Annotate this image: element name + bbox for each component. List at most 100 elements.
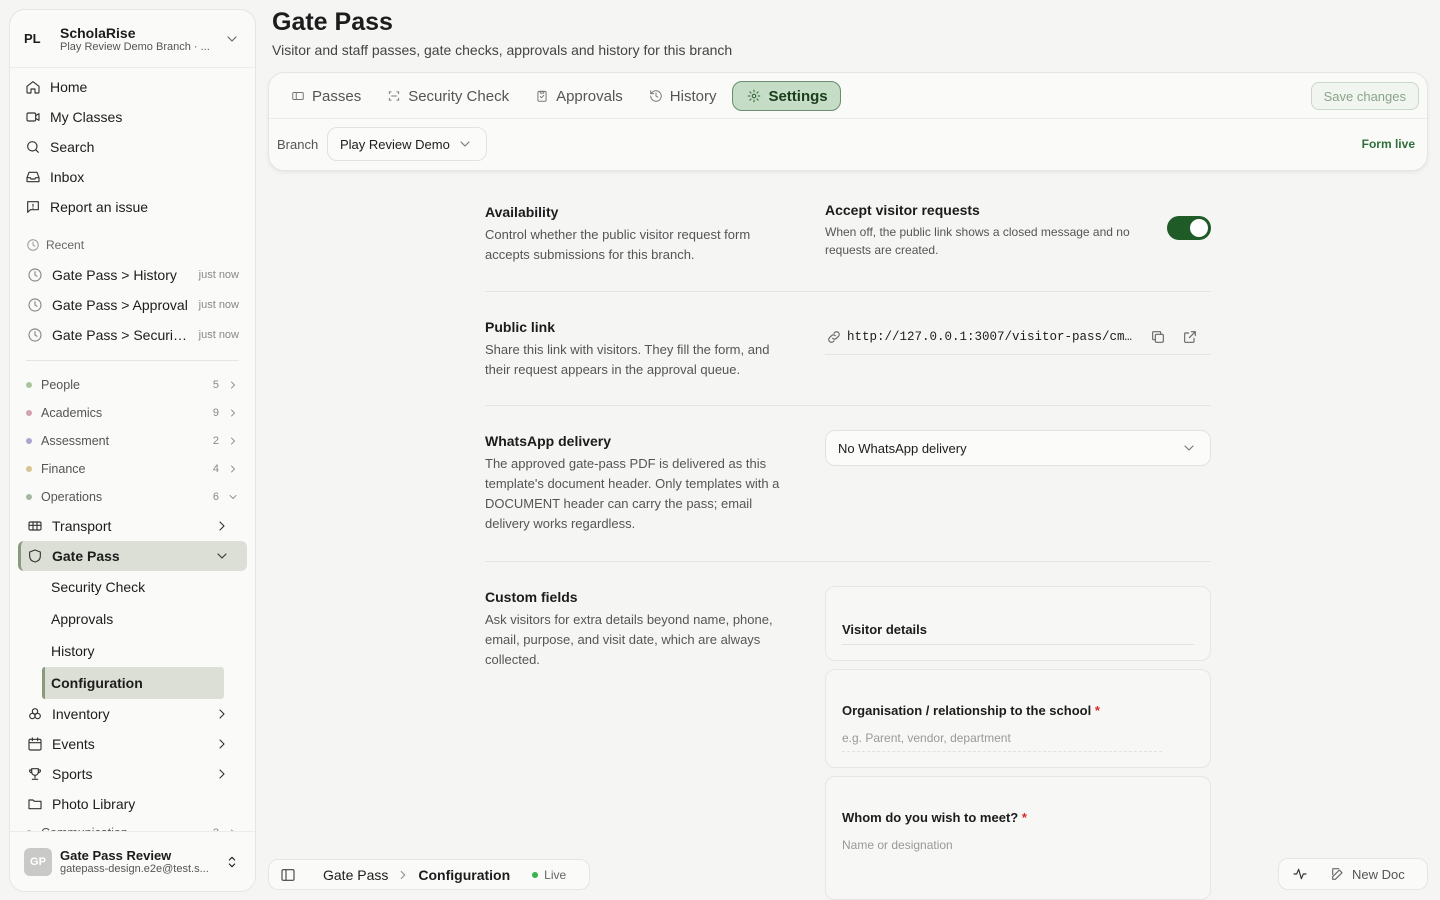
whatsapp-delivery-select[interactable]: No WhatsApp delivery — [825, 430, 1211, 466]
visitor-details-card: Visitor details — [825, 586, 1211, 661]
nav-item-home[interactable]: Home — [18, 72, 247, 102]
link-icon — [825, 328, 843, 346]
nav-label: Inbox — [50, 169, 85, 185]
form-status-badge: Form live — [1361, 137, 1415, 151]
shield-icon — [26, 547, 44, 565]
chevron-right-icon — [213, 765, 231, 783]
breadcrumb-current: Configuration — [418, 866, 511, 883]
calendar-icon — [26, 735, 44, 753]
module-label: Events — [52, 736, 95, 752]
custom-field-card[interactable]: Whom do you wish to meet? * Name or desi… — [825, 776, 1211, 900]
group-label: Finance — [41, 462, 86, 476]
recent-item[interactable]: Gate Pass > Approval just now — [18, 290, 247, 320]
recent-item-label: Gate Pass > Security... — [52, 327, 191, 343]
branch-label: Branch — [277, 137, 319, 152]
save-button[interactable]: Save changes — [1310, 82, 1419, 110]
chevron-right-icon — [227, 460, 239, 478]
submenu-history[interactable]: History — [42, 635, 247, 667]
gate-pass-submenu: Security Check Approvals History Configu… — [18, 571, 247, 699]
nav-item-inbox[interactable]: Inbox — [18, 162, 247, 192]
public-link-description: Share this link with visitors. They fill… — [485, 342, 770, 377]
module-transport[interactable]: Transport — [18, 511, 247, 541]
chevrons-up-down-icon — [223, 853, 241, 871]
folder-icon — [26, 795, 44, 813]
tab-security-check[interactable]: Security Check — [377, 81, 517, 111]
breadcrumb-parent[interactable]: Gate Pass — [323, 867, 388, 883]
nav-item-my-classes[interactable]: My Classes — [18, 102, 247, 132]
required-marker: * — [1094, 703, 1100, 718]
user-menu[interactable]: GP Gate Pass Review gatepass-design.e2e@… — [10, 831, 255, 891]
sidebar-toggle-icon[interactable] — [279, 866, 297, 884]
submenu-configuration[interactable]: Configuration — [42, 667, 224, 699]
group-finance[interactable]: Finance 4 — [18, 455, 247, 483]
chevron-right-icon — [213, 735, 231, 753]
submenu-security-check[interactable]: Security Check — [42, 571, 247, 603]
group-dot — [26, 466, 32, 472]
availability-title: Availability — [485, 204, 559, 220]
module-label: Photo Library — [52, 796, 136, 812]
visitor-details-heading: Visitor details — [842, 622, 928, 637]
page-title: Gate Pass — [272, 8, 393, 36]
tab-settings[interactable]: Settings — [732, 81, 841, 111]
scan-icon — [385, 87, 403, 105]
chevron-down-icon — [456, 135, 474, 153]
group-label: Operations — [41, 490, 103, 504]
module-inventory[interactable]: Inventory — [18, 699, 247, 729]
group-label: Academics — [41, 406, 103, 420]
tab-bar: Passes Security Check Approvals History … — [281, 81, 849, 111]
whatsapp-delivery-value: No WhatsApp delivery — [838, 440, 967, 456]
group-count: 5 — [212, 379, 219, 391]
public-link-url[interactable]: http://127.0.0.1:3007/visitor-pass/cm... — [847, 330, 1135, 344]
toggle-knob — [1190, 219, 1208, 237]
video-icon — [24, 108, 42, 126]
new-doc-button[interactable]: New Doc — [1352, 867, 1405, 882]
activity-icon[interactable] — [1291, 865, 1309, 883]
recent-item[interactable]: Gate Pass > History just now — [18, 260, 247, 290]
group-count: 9 — [212, 407, 219, 419]
branch-select[interactable]: Play Review Demo — [327, 127, 487, 161]
module-label: Inventory — [52, 706, 110, 722]
module-sports[interactable]: Sports — [18, 759, 247, 789]
group-assessment[interactable]: Assessment 2 — [18, 427, 247, 455]
module-events[interactable]: Events — [18, 729, 247, 759]
recent-heading: Recent — [18, 230, 247, 260]
nav-label: Report an issue — [50, 199, 149, 215]
custom-field-card[interactable]: Organisation / relationship to the schoo… — [825, 669, 1211, 768]
recent-label: Recent — [46, 238, 85, 252]
module-photo-library[interactable]: Photo Library — [18, 789, 247, 819]
chevron-right-icon — [396, 866, 410, 884]
custom-fields-description: Ask visitors for extra details beyond na… — [485, 612, 773, 667]
tab-passes[interactable]: Passes — [281, 81, 369, 111]
module-groups: People 5 Academics 9 Assessment 2 Financ… — [10, 367, 255, 851]
nav-item-search[interactable]: Search — [18, 132, 247, 162]
module-gate-pass[interactable]: Gate Pass — [18, 541, 247, 571]
home-icon — [24, 78, 42, 96]
copy-icon[interactable] — [1149, 328, 1167, 346]
nav-item-report-issue[interactable]: Report an issue — [18, 192, 247, 222]
group-academics[interactable]: Academics 9 — [18, 399, 247, 427]
chevron-right-icon — [227, 432, 239, 450]
group-people[interactable]: People 5 — [18, 371, 247, 399]
nav-label: Home — [50, 79, 88, 95]
clock-icon — [26, 326, 44, 344]
message-alert-icon — [24, 198, 42, 216]
accept-requests-title: Accept visitor requests — [825, 202, 980, 218]
tab-approvals[interactable]: Approvals — [525, 81, 631, 111]
group-dot — [26, 438, 32, 444]
recent-item-time: just now — [198, 329, 239, 341]
group-dot — [26, 410, 32, 416]
external-link-icon[interactable] — [1181, 328, 1199, 346]
chevron-right-icon — [227, 376, 239, 394]
public-link-row: http://127.0.0.1:3007/visitor-pass/cm... — [825, 319, 1211, 355]
tab-history[interactable]: History — [639, 81, 725, 111]
recent-item-time: just now — [198, 269, 239, 281]
tab-label: History — [669, 87, 717, 105]
submenu-approvals[interactable]: Approvals — [42, 603, 247, 635]
recent-item[interactable]: Gate Pass > Security... just now — [18, 320, 247, 350]
recent-item-label: Gate Pass > History — [52, 267, 177, 283]
recent-item-time: just now — [198, 299, 239, 311]
accept-requests-toggle[interactable] — [1167, 216, 1211, 240]
module-label: Sports — [52, 766, 93, 782]
group-operations[interactable]: Operations 6 — [18, 483, 247, 511]
workspace-switcher[interactable]: PL ScholaRise Play Review Demo Branch · … — [10, 10, 255, 68]
